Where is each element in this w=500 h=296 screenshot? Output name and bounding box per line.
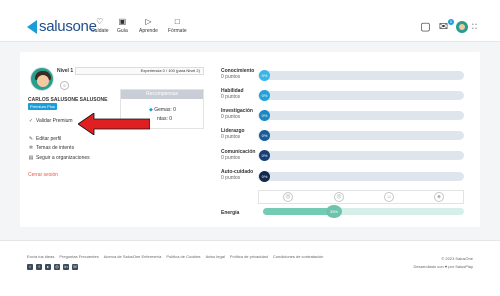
footer-link[interactable]: Preguntas Frecuentes (59, 254, 98, 259)
linkedin-icon[interactable]: in (63, 264, 69, 270)
rewards-title: Recompensas (121, 90, 203, 99)
bag-icon: ▣ (118, 17, 127, 26)
interests-link[interactable]: ✲ Temas de interés (28, 145, 74, 151)
menu-label: Validar Premium (36, 118, 73, 124)
footer-link[interactable]: Acerca de SalusOne Enfermería (104, 254, 162, 259)
brand-name: salusone (39, 18, 97, 35)
level-label: Nivel 1 (57, 68, 74, 74)
youtube-icon[interactable]: ▸ (45, 264, 51, 270)
follow-organizations-link[interactable]: ▤ Seguir a organizaciones (28, 155, 90, 161)
check-icon: ✓ (28, 118, 34, 124)
salusone-logo[interactable]: salusone (27, 18, 97, 35)
footer-links: Envía tus ideas Preguntas Frecuentes Ace… (27, 254, 328, 259)
shopping-bag-icon[interactable]: ▢ (420, 22, 431, 33)
stat-points: 0 puntos (221, 134, 241, 140)
twitter-icon[interactable]: t (27, 264, 33, 270)
heart-icon: ♡ (96, 17, 104, 26)
footer-link[interactable]: Política de Cookies (166, 254, 200, 259)
coins-row: ntas: 0 (157, 116, 172, 122)
mail-icon[interactable]: ✉ (438, 22, 449, 33)
energy-fill (263, 208, 334, 215)
coins-value: 0 (169, 116, 173, 122)
nav-cuidate[interactable]: ♡ Cuídate (91, 17, 109, 35)
instagram-icon[interactable]: ◎ (54, 264, 60, 270)
mood-happy-icon[interactable]: ☺ (384, 192, 394, 202)
logo-mark-icon (27, 19, 37, 34)
facebook-icon[interactable]: f (36, 264, 42, 270)
red-arrow-annotation (78, 113, 150, 135)
whatsapp-icon[interactable]: ☏ (72, 264, 78, 270)
footer-link[interactable]: Aviso legal (206, 254, 225, 259)
gems-label: Gemas: (154, 107, 172, 113)
stat-points: 0 puntos (221, 175, 241, 181)
building-icon: ▤ (28, 155, 34, 161)
edit-profile-link[interactable]: ✎ Editar perfil (28, 136, 61, 142)
stat-dot-habilidad: 0% (259, 90, 270, 101)
logout-link[interactable]: Cerrar sesión (28, 172, 58, 178)
stat-points: 0 puntos (221, 94, 241, 100)
user-avatar-menu[interactable] (456, 21, 468, 33)
stat-dot-autocuidado: 0% (259, 171, 270, 182)
nav-formate[interactable]: □ Fórmate (168, 17, 187, 35)
stat-dot-conocimiento: 0% (259, 70, 270, 81)
stat-bar (258, 151, 464, 160)
nav-label: Fórmate (168, 28, 187, 34)
social-links: t f ▸ ◎ in ☏ (27, 264, 81, 270)
mood-very-sad-icon[interactable]: ☹ (283, 192, 293, 202)
mood-sad-icon[interactable]: ☹ (334, 192, 344, 202)
menu-label: Seguir a organizaciones (36, 155, 90, 161)
medal-icon: ☺ (60, 81, 69, 90)
stat-dot-liderazgo: 0% (259, 130, 270, 141)
stat-bar (258, 131, 464, 140)
stat-bar (258, 91, 464, 100)
book-icon: □ (174, 17, 180, 26)
stat-points: 0 puntos (221, 74, 241, 80)
avatar (30, 67, 54, 91)
stat-points: 0 puntos (221, 114, 241, 120)
energy-label: Energía (221, 210, 240, 216)
footer-link[interactable]: Condiciones de contratación (273, 254, 323, 259)
stat-bar (258, 111, 464, 120)
premium-badge: Premium Plus (28, 103, 57, 110)
mood-very-happy-icon[interactable]: ☻ (434, 192, 444, 202)
menu-label: Temas de interés (36, 145, 75, 151)
nav-label: Cuídate (91, 28, 109, 34)
stat-dot-investigacion: 0% (259, 110, 270, 121)
footer-link[interactable]: Política de privacidad (230, 254, 268, 259)
stat-dot-comunicacion: 0% (259, 150, 270, 161)
gems-row: ◆ Gemas: 0 (149, 107, 176, 113)
gear-icon: ✲ (28, 145, 34, 151)
play-icon: ▷ (145, 17, 152, 26)
energy-slider-handle[interactable]: 35% (326, 205, 342, 218)
menu-label: Editar perfil (36, 136, 62, 142)
stat-points: 0 puntos (221, 155, 241, 161)
notification-badge: 0 (448, 19, 454, 25)
more-options-icon[interactable]: • • • • (472, 23, 477, 32)
experience-bar: Experiencia 0 / 100 (para Nivel 2) (75, 67, 204, 75)
coins-label: ntas: (157, 116, 168, 122)
nav-guia[interactable]: ▣ Guía (117, 17, 128, 35)
copyright: © 2023 SalusOne (441, 256, 473, 261)
nav-label: Guía (117, 28, 128, 34)
footer-link[interactable]: Envía tus ideas (27, 254, 54, 259)
stat-bar (258, 172, 464, 181)
pencil-icon: ✎ (28, 136, 34, 142)
validate-premium-link[interactable]: ✓ Validar Premium (28, 118, 73, 124)
nav-aprende[interactable]: ▷ Aprende (139, 17, 158, 35)
stat-bar (258, 71, 464, 80)
nav-label: Aprende (139, 28, 158, 34)
energy-bar (263, 208, 464, 215)
developed-by: Desarrollado con ♥ por SalusPlay (413, 264, 473, 269)
gems-value: 0 (173, 107, 176, 113)
